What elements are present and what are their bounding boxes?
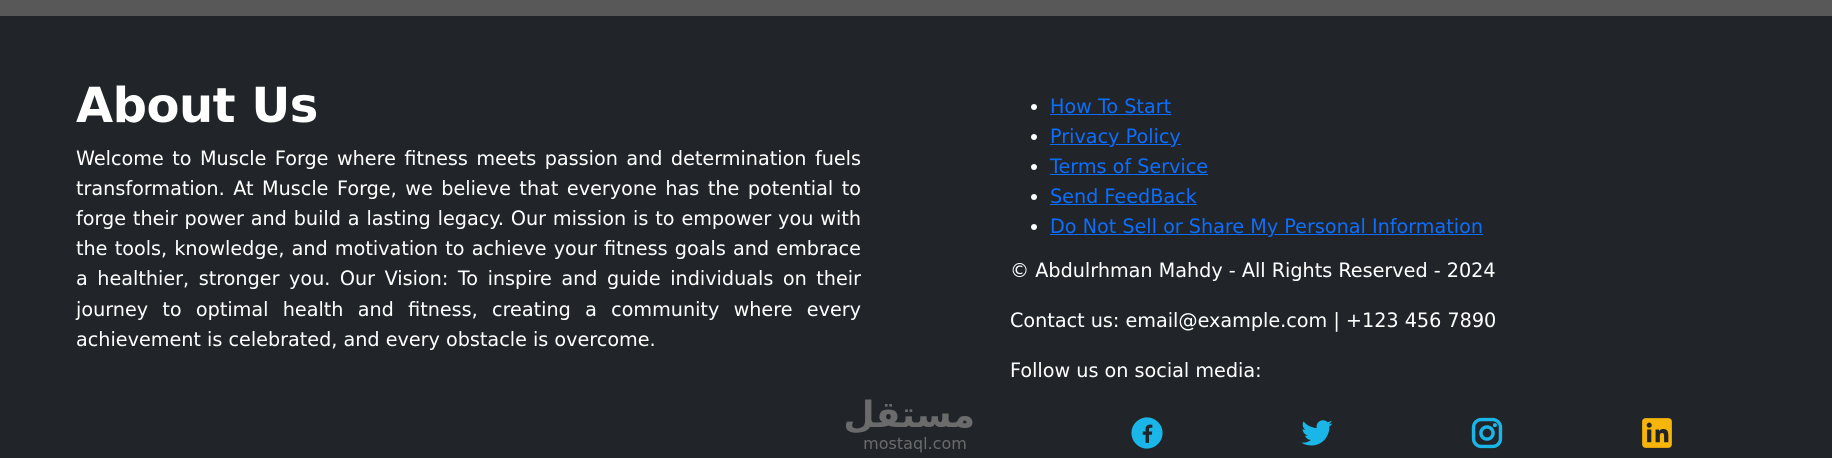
footer-link-item: Privacy Policy <box>1050 122 1770 152</box>
footer-link-item: Do Not Sell or Share My Personal Informa… <box>1050 212 1770 242</box>
footer-link-item: Send FeedBack <box>1050 182 1770 212</box>
social-links <box>1010 416 1770 456</box>
twitter-icon <box>1301 420 1333 446</box>
send-feedback-link[interactable]: Send FeedBack <box>1050 185 1197 208</box>
top-strip <box>0 0 1832 16</box>
site-footer: About Us Welcome to Muscle Forge where f… <box>0 16 1832 453</box>
follow-text: Follow us on social media: <box>1010 359 1262 382</box>
terms-of-service-link[interactable]: Terms of Service <box>1050 155 1208 178</box>
linkedin-link[interactable] <box>1640 416 1674 450</box>
about-title: About Us <box>76 78 318 134</box>
instagram-icon <box>1471 417 1503 449</box>
footer-links-list: How To Start Privacy Policy Terms of Ser… <box>1010 92 1770 242</box>
linkedin-icon <box>1642 418 1672 448</box>
facebook-link[interactable] <box>1130 416 1164 450</box>
footer-link-item: Terms of Service <box>1050 152 1770 182</box>
facebook-icon <box>1131 417 1163 449</box>
watermark-latin: mostaql.com <box>863 434 967 453</box>
footer-info: © Abdulrhman Mahdy - All Rights Reserved… <box>1010 256 1770 386</box>
instagram-link[interactable] <box>1470 416 1504 450</box>
about-text: Welcome to Muscle Forge where fitness me… <box>76 146 861 351</box>
privacy-policy-link[interactable]: Privacy Policy <box>1050 125 1181 148</box>
mostaql-watermark: مستقل mostaql.com <box>843 395 975 458</box>
contact-text: Contact us: email@example.com | +123 456… <box>1010 309 1497 332</box>
copyright-text: © Abdulrhman Mahdy - All Rights Reserved… <box>1010 259 1496 282</box>
how-to-start-link[interactable]: How To Start <box>1050 95 1171 118</box>
do-not-sell-link[interactable]: Do Not Sell or Share My Personal Informa… <box>1050 215 1483 238</box>
footer-links-section: How To Start Privacy Policy Terms of Ser… <box>1010 92 1770 406</box>
about-section: About Us Welcome to Muscle Forge where f… <box>76 78 861 355</box>
twitter-link[interactable] <box>1300 416 1334 450</box>
footer-link-item: How To Start <box>1050 92 1770 122</box>
watermark-arabic: مستقل <box>843 395 975 436</box>
